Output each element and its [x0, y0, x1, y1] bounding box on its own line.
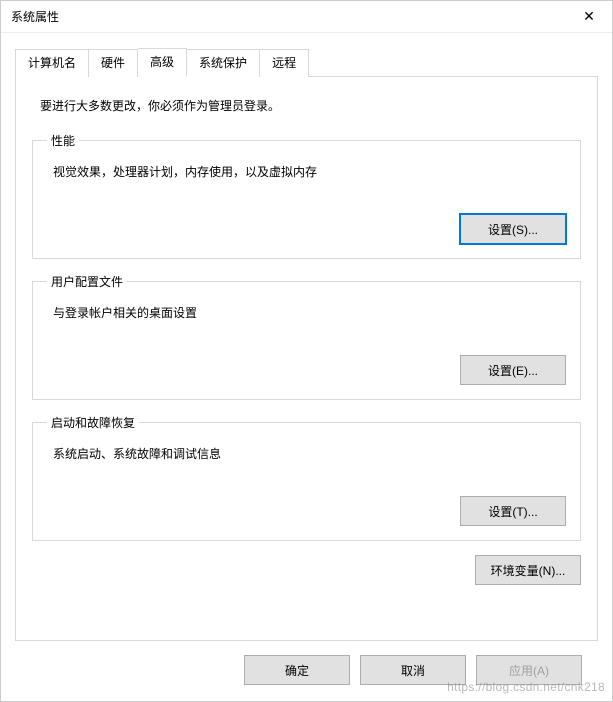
cancel-button[interactable]: 取消	[360, 655, 466, 685]
tab-system-protection[interactable]: 系统保护	[187, 49, 260, 77]
button-row: 设置(E)...	[47, 355, 566, 385]
group-startup-recovery: 启动和故障恢复 系统启动、系统故障和调试信息 设置(T)...	[32, 414, 581, 541]
env-row: 环境变量(N)...	[32, 555, 581, 585]
tab-label: 硬件	[101, 56, 125, 70]
titlebar: 系统属性 ✕	[1, 1, 612, 33]
tab-label: 远程	[272, 56, 296, 70]
button-row: 设置(S)...	[47, 214, 566, 244]
tab-remote[interactable]: 远程	[260, 49, 309, 77]
settings-startup-recovery-button[interactable]: 设置(T)...	[460, 496, 566, 526]
button-row: 设置(T)...	[47, 496, 566, 526]
close-icon: ✕	[583, 8, 595, 25]
tab-computer-name[interactable]: 计算机名	[15, 49, 89, 77]
group-desc: 视觉效果，处理器计划，内存使用，以及虚拟内存	[53, 163, 566, 180]
tab-panel-advanced: 要进行大多数更改，你必须作为管理员登录。 性能 视觉效果，处理器计划，内存使用，…	[15, 76, 598, 641]
dialog-buttons: 确定 取消 应用(A)	[15, 641, 598, 701]
tab-label: 计算机名	[28, 56, 76, 70]
group-legend: 启动和故障恢复	[47, 414, 139, 431]
settings-user-profiles-button[interactable]: 设置(E)...	[460, 355, 566, 385]
environment-variables-button[interactable]: 环境变量(N)...	[475, 555, 581, 585]
ok-button[interactable]: 确定	[244, 655, 350, 685]
close-button[interactable]: ✕	[566, 1, 612, 33]
tab-label: 高级	[150, 55, 174, 69]
group-legend: 性能	[47, 132, 79, 149]
group-desc: 与登录帐户相关的桌面设置	[53, 304, 566, 321]
tab-label: 系统保护	[199, 56, 247, 70]
group-performance: 性能 视觉效果，处理器计划，内存使用，以及虚拟内存 设置(S)...	[32, 132, 581, 259]
tab-advanced[interactable]: 高级	[138, 48, 187, 77]
intro-text: 要进行大多数更改，你必须作为管理员登录。	[40, 97, 581, 114]
group-legend: 用户配置文件	[47, 273, 127, 290]
tabs: 计算机名 硬件 高级 系统保护 远程	[15, 47, 598, 76]
group-user-profiles: 用户配置文件 与登录帐户相关的桌面设置 设置(E)...	[32, 273, 581, 400]
window-title: 系统属性	[11, 8, 566, 25]
group-desc: 系统启动、系统故障和调试信息	[53, 445, 566, 462]
system-properties-window: 系统属性 ✕ 计算机名 硬件 高级 系统保护 远程 要进行大多数更改，你必须作为…	[0, 0, 613, 702]
tab-hardware[interactable]: 硬件	[89, 49, 138, 77]
settings-performance-button[interactable]: 设置(S)...	[460, 214, 566, 244]
content-area: 计算机名 硬件 高级 系统保护 远程 要进行大多数更改，你必须作为管理员登录。 …	[1, 33, 612, 701]
apply-button[interactable]: 应用(A)	[476, 655, 582, 685]
